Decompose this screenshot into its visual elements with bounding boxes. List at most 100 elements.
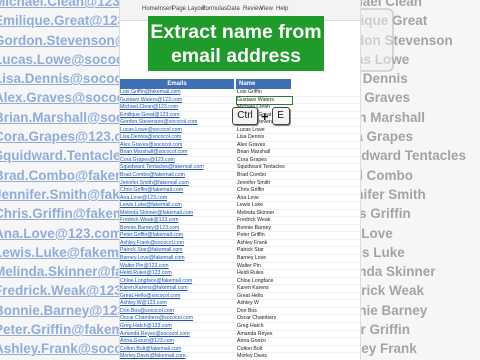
name-cell[interactable]: Heidi Rules [237,270,292,277]
table-row: Ashley.Frank@sococol.com Ashley Frank [120,240,360,248]
name-cell[interactable]: Greg Hatch [237,323,292,330]
name-cell[interactable]: Lewis Luke [237,202,292,209]
ribbon-tab[interactable]: Insert [158,6,173,12]
name-cell[interactable]: Ashley W [237,300,292,307]
email-cell[interactable]: Gordon.Stevenson@sococol.com [120,119,234,126]
name-cell[interactable]: Morley Davis [237,353,292,360]
table-row: Lois.Griffin@fakemail.com Lois Griffin [120,89,360,97]
table-row: Melinda.Skinner@fakemail.com Melinda Skin… [120,210,360,218]
name-cell[interactable]: Gustavo Waters [236,95,293,105]
name-cell[interactable]: Don Bos [237,308,292,315]
table-row: Karen.Karens@fakemail.com Karen Karens [120,285,360,293]
name-cell[interactable]: Melinda Skinner [237,210,292,217]
email-cell[interactable]: Karen.Karens@fakemail.com [120,285,234,292]
name-cell[interactable]: Brad Combo [237,172,292,179]
plus-sign: + [261,108,269,124]
email-cell[interactable]: Greg.Hatch@123.com [120,323,234,330]
title-line-1: Extract name from [150,21,322,43]
email-cell[interactable]: Melinda.Skinner@fakemail.com [120,210,234,217]
email-cell[interactable]: Lucas.Lowe@sococol.com [120,127,234,134]
name-cell[interactable]: Lois Griffin [237,89,292,96]
table-row: Anna.Gonzo@123.com Anna Gonzo [120,338,360,346]
email-cell[interactable]: Peter.Griffin@fakemail.com [120,232,234,239]
email-cell[interactable]: Lois.Griffin@fakemail.com [120,89,234,96]
name-cell[interactable]: Barney Love [237,255,292,262]
email-cell[interactable]: Ana.Love@123.com [120,195,234,202]
email-cell[interactable]: Ashley.W@123.com [120,300,234,307]
name-cell[interactable]: Colton Bolt [237,346,292,353]
email-cell[interactable]: Squidward.Tentacles@fakemail.com [120,164,234,171]
email-cell[interactable]: Patrick.Star@fakemail.com [120,247,234,254]
name-cell[interactable]: Peter Griffin [237,232,292,239]
name-cell[interactable]: Patrick Star [237,247,292,254]
name-cell[interactable]: Karen Karens [237,285,292,292]
header-emails[interactable]: Emails [120,79,234,89]
email-cell[interactable]: Barney.Love@fakemail.com [120,255,234,262]
email-cell[interactable]: Colton.Bolt@fakemail.com [120,346,234,353]
ribbon-tab[interactable]: Formulas [202,6,227,12]
email-cell[interactable]: Brian.Marshall@sococol.com [120,149,234,156]
table-row: Chris.Griffin@fakemail.com Chris Griffin [120,187,360,195]
name-cell[interactable]: Cora Grapes [237,157,292,164]
email-cell[interactable]: Chloe.Longface@fakemail.com [120,278,234,285]
name-cell[interactable]: Amanda Reyes [237,331,292,338]
name-cell[interactable]: Lucas Lowe [237,127,292,134]
table-row: Cora.Grapes@123.com Cora Grapes [120,157,360,165]
table-row: Ashley.W@123.com Ashley W [120,300,360,308]
email-cell[interactable]: Amanda.Reyes@sococol.com [120,331,234,338]
title-line-2: email address [170,45,302,67]
email-cell[interactable]: Bonnie.Barney@123.com [120,225,234,232]
email-cell[interactable]: Fredrick.Weak@123.com [120,217,234,224]
table-row: Heidi.Rules@123.com Heidi Rules [120,270,360,278]
name-cell[interactable]: Jennifer Smith [237,180,292,187]
header-name[interactable]: Name [236,79,291,89]
name-cell[interactable]: Brian Marshall [237,149,292,156]
email-cell[interactable]: Brad.Combo@fakemail.com [120,172,234,179]
ribbon-tab[interactable]: View [260,6,273,12]
ribbon-tab[interactable]: Page Layout [172,6,206,12]
email-cell[interactable]: Alex.Graves@sococol.com [120,142,234,149]
name-cell[interactable]: Walter Pin [237,263,292,270]
name-cell[interactable]: Bonnie Barney [237,225,292,232]
table-row: Patrick.Star@fakemail.com Patrick Star [120,247,360,256]
table-row: Don.Bos@sococol.com Don Bos [120,308,360,316]
ribbon-tab[interactable]: Home [142,6,158,12]
table-row: Colton.Bolt@fakemail.com Colton Bolt [120,346,360,354]
email-cell[interactable]: Oscar.Chambers@sococol.com [120,315,234,322]
email-cell[interactable]: Walter.Pin@123.com [120,263,234,270]
email-cell[interactable]: Heidi.Rules@123.com [120,270,234,277]
email-cell[interactable]: Emilique.Great@123.com [120,112,234,119]
email-cell[interactable]: Lisa.Dennis@sococol.com [120,134,234,141]
ribbon-tab[interactable]: Data [227,6,240,12]
email-cell[interactable]: Anna.Gonzo@123.com [120,338,234,345]
name-cell[interactable]: Ashley Frank [237,240,292,247]
table-row: Morley.Davis@fakemail.com Morley Davis [120,353,360,360]
data-grid: Lois.Griffin@fakemail.com Lois Griffin Gus… [120,89,360,360]
name-cell[interactable]: Great Hello [237,293,292,300]
table-row: Jennifer.Smith@fakemail.com Jennifer Smit… [120,180,360,188]
name-cell[interactable]: Ana Love [237,195,292,202]
email-cell[interactable]: Lewis.Luke@fakemail.com [120,202,234,209]
email-cell[interactable]: Don.Bos@sococol.com [120,308,234,315]
email-cell[interactable]: Michael.Clean@123.com [120,104,234,111]
name-cell[interactable]: Lisa Dennis [237,134,292,141]
email-cell[interactable]: Cora.Grapes@123.com [120,157,234,164]
table-row: Walter.Pin@123.com Walter Pin [120,263,360,271]
name-cell[interactable]: Squidward Tentacles [237,164,292,171]
email-cell[interactable]: Gustavo.Waters@123.com [120,97,234,104]
email-cell[interactable]: Ashley.Frank@sococol.com [120,240,234,247]
ribbon-tab[interactable]: Help [276,6,288,12]
name-cell[interactable]: Anna Gonzo [237,338,292,345]
email-cell[interactable]: Jennifer.Smith@fakemail.com [120,180,234,187]
table-row: Fredrick.Weak@123.com Fredrick Weak [120,217,360,225]
name-cell[interactable]: Chloe Longface [237,278,292,285]
name-cell[interactable]: Fredrick Weak [237,217,292,224]
table-row: Barney.Love@fakemail.com Barney Love [120,255,360,263]
name-cell[interactable]: Alex Graves [237,142,292,149]
name-cell[interactable]: Oscar Chambers [237,315,292,322]
email-cell[interactable]: Morley.Davis@fakemail.com [120,353,234,360]
name-cell[interactable]: Chris Griffin [237,187,292,194]
email-cell[interactable]: Chris.Griffin@fakemail.com [120,187,234,194]
table-row: Peter.Griffin@fakemail.com Peter Griffin [120,232,360,240]
email-cell[interactable]: Great.Hello@sococol.com [120,293,234,300]
